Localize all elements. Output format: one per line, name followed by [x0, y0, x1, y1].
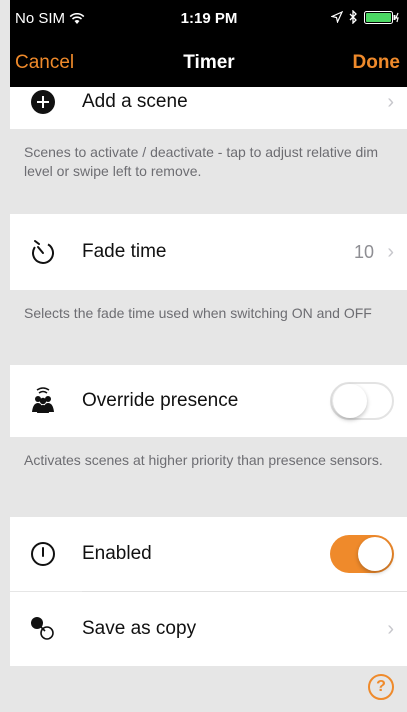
override-presence-toggle[interactable]: [330, 382, 394, 420]
save-as-copy-label: Save as copy: [82, 618, 197, 639]
presence-sensor-icon: [29, 387, 57, 415]
bluetooth-icon: [349, 10, 357, 24]
help-button[interactable]: ?: [368, 674, 394, 700]
enabled-row[interactable]: Enabled: [10, 517, 407, 591]
status-icons: [331, 10, 400, 24]
add-scene-label: Add a scene: [82, 91, 188, 112]
override-presence-label: Override presence: [82, 390, 239, 411]
navigation-bar: Cancel Timer Done: [10, 40, 407, 87]
toggle-knob: [333, 384, 367, 418]
chevron-right-icon: ›: [387, 90, 394, 113]
status-bar: No SIM 1:19 PM: [10, 0, 407, 40]
chevron-right-icon: ›: [387, 240, 394, 263]
power-icon: [29, 540, 57, 568]
add-scene-row[interactable]: Add a scene ›: [10, 87, 407, 129]
add-circle-icon: [29, 88, 57, 116]
override-presence-row[interactable]: Override presence: [10, 365, 407, 437]
override-presence-description: Activates scenes at higher priority than…: [24, 452, 383, 468]
add-scene-description: Scenes to activate / deactivate - tap to…: [24, 144, 379, 179]
enabled-toggle[interactable]: [330, 535, 394, 573]
done-button[interactable]: Done: [353, 52, 401, 74]
battery-charging-icon: [364, 10, 399, 24]
save-copy-icon: [29, 615, 57, 643]
enabled-label: Enabled: [82, 543, 152, 564]
chevron-right-icon: ›: [387, 617, 394, 640]
fade-time-description: Selects the fade time used when switchin…: [24, 305, 372, 321]
fade-time-row[interactable]: Fade time 10 ›: [10, 214, 407, 290]
location-arrow-icon: [331, 11, 343, 23]
save-as-copy-row[interactable]: Save as copy ›: [10, 592, 407, 666]
fade-time-value: 10: [353, 241, 374, 262]
settings-list[interactable]: Add a scene › Scenes to activate / deact…: [10, 87, 407, 712]
toggle-knob: [358, 537, 392, 571]
page-title: Timer: [183, 52, 235, 73]
timer-icon: [29, 238, 57, 266]
fade-time-label: Fade time: [82, 241, 167, 262]
